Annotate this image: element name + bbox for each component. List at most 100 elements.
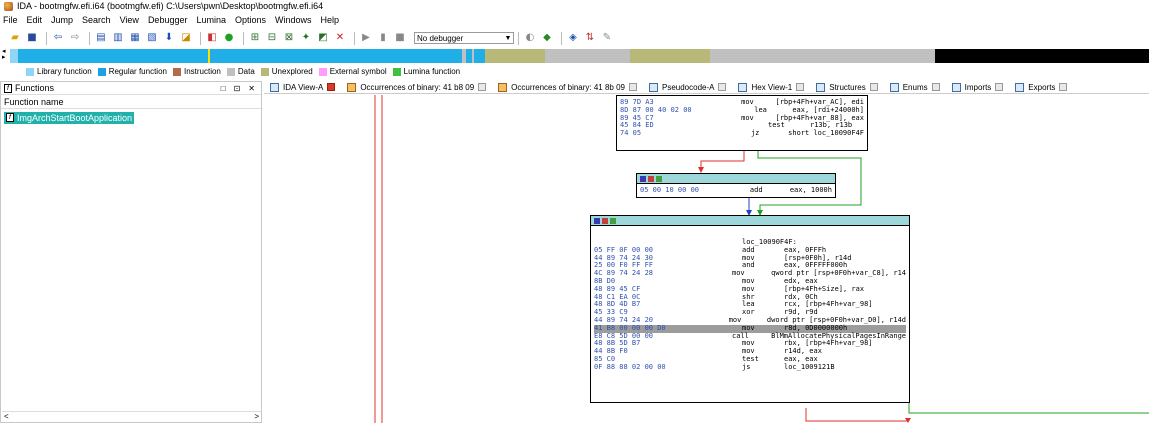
title-bar: IDA - bootmgfw.efi.i64 (bootmgfw.efi) C:… xyxy=(0,0,1149,12)
nav-band-arrows[interactable]: ◂ ▸ xyxy=(0,48,10,63)
close-tab-icon[interactable] xyxy=(327,83,336,91)
function-list-item-selected[interactable]: f ImgArchStartBootApplication xyxy=(4,111,135,124)
tab-ida-view-a[interactable]: IDA View-A xyxy=(264,81,341,93)
asm-line[interactable]: 05 00 10 00 00 add eax, 1000h xyxy=(640,186,832,195)
green-circle-icon[interactable]: ● xyxy=(222,32,236,44)
back-arrow-icon[interactable]: ⇦ xyxy=(51,32,65,44)
function-list-item[interactable]: f ImgArchStartBootApplication xyxy=(1,111,261,124)
view-tabs: IDA View-A Occurrences of binary: 41 b8 … xyxy=(264,81,1149,94)
tracing-options-icon[interactable]: ⇅ xyxy=(583,32,597,44)
block-header[interactable] xyxy=(637,174,835,184)
navigation-band[interactable] xyxy=(10,49,1149,63)
nav-seg-data2 xyxy=(472,49,474,63)
close-icon[interactable]: ✕ xyxy=(248,84,255,93)
close-tab-icon[interactable] xyxy=(995,83,1004,91)
nav-seg-tail xyxy=(935,49,1149,63)
toolbar-separator xyxy=(243,31,244,45)
menu-view[interactable]: View xyxy=(120,15,139,25)
plugin-icon[interactable]: ✦ xyxy=(299,32,313,44)
close-tab-icon[interactable] xyxy=(478,83,487,91)
ida-view-icon xyxy=(270,82,279,92)
occurrences-icon xyxy=(498,82,508,92)
xref-icon[interactable]: ⊠ xyxy=(282,32,296,44)
breakpoint-icon[interactable]: ◐ xyxy=(523,32,537,44)
tab-occurrences-1[interactable]: Occurrences of binary: 41 b8 09 xyxy=(341,81,492,93)
menu-search[interactable]: Search xyxy=(82,15,111,25)
close-tab-icon[interactable] xyxy=(931,83,940,91)
legend-swatch xyxy=(392,67,401,76)
tab-enums[interactable]: Enums xyxy=(884,81,946,93)
text-search-icon[interactable]: ▥ xyxy=(111,32,125,44)
panel-float-icon[interactable]: ⊡ xyxy=(234,84,241,93)
clear-trace-icon[interactable]: ✎ xyxy=(600,32,614,44)
tab-exports[interactable]: Exports xyxy=(1009,81,1073,93)
debugger-attach-icon[interactable]: ◆ xyxy=(540,32,554,44)
pause-icon[interactable]: ▮ xyxy=(376,32,390,44)
tab-pseudocode-a[interactable]: Pseudocode-A xyxy=(643,81,732,93)
tab-structures[interactable]: Structures xyxy=(810,81,883,93)
close-tab-icon[interactable] xyxy=(1059,83,1068,91)
function-icon: f xyxy=(4,83,12,93)
scroll-right-icon[interactable]: > xyxy=(254,412,259,421)
pseudocode-icon xyxy=(649,82,658,92)
block-header[interactable] xyxy=(591,216,909,226)
call-graph-icon[interactable]: ⊟ xyxy=(265,32,279,44)
legend-item: Lumina function xyxy=(392,67,460,76)
menu-options[interactable]: Options xyxy=(235,15,266,25)
window-title: IDA - bootmgfw.efi.i64 (bootmgfw.efi) C:… xyxy=(17,1,324,11)
function-name-column-header[interactable]: Function name xyxy=(1,95,261,109)
close-tab-icon[interactable] xyxy=(796,83,805,91)
structures-icon xyxy=(816,82,826,92)
menu-debugger[interactable]: Debugger xyxy=(148,15,188,25)
debugger-select[interactable]: No debugger ▼ xyxy=(414,32,514,44)
menu-bar: File Edit Jump Search View Debugger Lumi… xyxy=(0,13,348,27)
flow-chart-icon[interactable]: ⊞ xyxy=(248,32,262,44)
binary-search-icon[interactable]: ▤ xyxy=(94,32,108,44)
graph-block[interactable]: 89 7D A3 mov [rbp+4Fh+var_AC], edi 8D 87 0… xyxy=(616,95,868,151)
functions-panel-tab[interactable]: f Functions □ ⊡ ✕ xyxy=(1,82,261,95)
tab-imports[interactable]: Imports xyxy=(946,81,1010,93)
search-next-icon[interactable]: ▧ xyxy=(145,32,159,44)
close-tab-icon[interactable] xyxy=(629,83,637,91)
script-icon[interactable]: ◩ xyxy=(316,32,330,44)
open-folder-icon[interactable]: ▰ xyxy=(8,32,22,44)
graph-view-icon[interactable]: ◧ xyxy=(205,32,219,44)
stop-icon[interactable]: ■ xyxy=(393,32,407,44)
menu-help[interactable]: Help xyxy=(321,15,340,25)
horizontal-scrollbar[interactable]: < > xyxy=(2,411,261,421)
graph-view[interactable]: 89 7D A3 mov [rbp+4Fh+var_AC], edi 8D 87 0… xyxy=(264,95,1149,423)
edge-exit-green xyxy=(908,403,1149,414)
forward-arrow-icon[interactable]: ⇨ xyxy=(68,32,82,44)
down-arrow-icon[interactable]: ⬇ xyxy=(162,32,176,44)
asm-line[interactable]: 0F 88 88 02 00 00 js loc_1009121B xyxy=(594,363,906,372)
menu-edit[interactable]: Edit xyxy=(27,15,43,25)
graph-block[interactable]: loc_10090F4F: 05 FF 0F 00 00 add eax, 0FFF… xyxy=(590,215,910,403)
tab-occurrences-2[interactable]: Occurrences of binary: 41 8b 09 xyxy=(492,81,643,93)
asm-line[interactable]: 74 05 jz short loc_10090F4F xyxy=(620,129,864,138)
debugger-select-value: No debugger xyxy=(417,33,464,43)
trace-icon[interactable]: ◈ xyxy=(566,32,580,44)
toolbar-separator xyxy=(518,31,519,45)
menu-jump[interactable]: Jump xyxy=(51,15,73,25)
graph-block-icon xyxy=(656,175,662,182)
save-icon[interactable]: ■ xyxy=(25,32,39,44)
scroll-left-icon[interactable]: < xyxy=(4,412,9,421)
nav-seg-data xyxy=(462,49,466,63)
legend-item: Data xyxy=(226,67,255,76)
tab-hex-view-1[interactable]: Hex View-1 xyxy=(732,81,810,93)
close-tab-icon[interactable] xyxy=(869,83,878,91)
close-red-x-icon[interactable]: ✕ xyxy=(333,32,347,44)
graph-block[interactable]: 05 00 10 00 00 add eax, 1000h xyxy=(636,173,836,198)
occurrences-icon xyxy=(347,82,357,92)
play-icon[interactable]: ▶ xyxy=(359,32,373,44)
menu-windows[interactable]: Windows xyxy=(275,15,312,25)
menu-lumina[interactable]: Lumina xyxy=(196,15,226,25)
toolbar: ▰ ■ ⇦ ⇨ ▤ ▥ ▦ ▧ ⬇ ◪ ◧ ● ⊞ ⊟ ⊠ ✦ ◩ ✕ ▶ ▮ … xyxy=(0,29,1149,47)
close-tab-icon[interactable] xyxy=(718,83,727,91)
immediate-search-icon[interactable]: ▦ xyxy=(128,32,142,44)
panel-pin-icon[interactable]: □ xyxy=(221,84,226,93)
code-icon[interactable]: ◪ xyxy=(179,32,193,44)
menu-file[interactable]: File xyxy=(3,15,18,25)
edge-false xyxy=(700,151,745,170)
legend-swatch xyxy=(226,67,235,76)
